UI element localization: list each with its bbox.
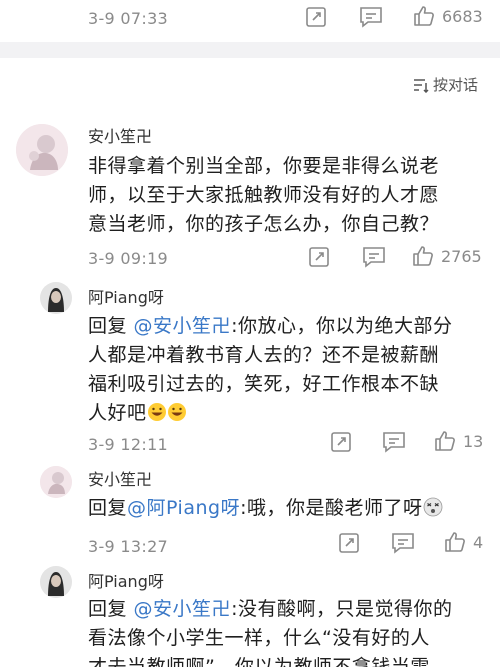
thumbs-up-icon <box>435 431 455 451</box>
comment-line: 回复@阿Piang呀:哦，你是酸老师了呀 <box>88 494 488 523</box>
share-button[interactable] <box>330 431 352 453</box>
comment-line: 福利吸引过去的，笑死，好工作根本不缺 <box>88 373 440 395</box>
comment-line: 师，以至于大家抵触教师没有好的人才愿 <box>88 184 440 206</box>
comment-line: 人都是冲着教书育人去的？还不是被薪酬 <box>88 344 440 366</box>
comment-icon <box>360 7 382 28</box>
grinning-sweat-emoji <box>147 403 166 421</box>
comment-body: 回复@阿Piang呀:哦，你是酸老师了呀 <box>88 494 488 523</box>
comment-line: 非得拿着个别当全部，你要是非得么说老 <box>88 155 440 177</box>
like-button[interactable]: 6683 <box>412 4 483 28</box>
mention-link[interactable]: @安小笙卍 <box>134 315 232 337</box>
comment-body: 回复 @安小笙卍:没有酸啊，只是觉得你的 看法像个小学生一样，什么“没有好的人 … <box>88 595 488 667</box>
avatar-image <box>40 466 72 498</box>
share-icon <box>309 247 329 267</box>
share-icon <box>339 533 359 553</box>
comment-body: 非得拿着个别当全部，你要是非得么说老 师，以至于大家抵触教师没有好的人才愿 意当… <box>88 152 488 239</box>
section-divider <box>0 42 500 58</box>
like-count: 4 <box>473 532 484 552</box>
comment-timestamp: 3-9 12:11 <box>88 434 169 454</box>
reply-button[interactable] <box>362 246 386 268</box>
grinning-sweat-emoji <box>167 403 186 421</box>
avatar[interactable] <box>40 566 72 598</box>
like-button[interactable]: 13 <box>433 429 483 453</box>
comment-line: 看法像个小学生一样，什么“没有好的人 <box>88 627 430 649</box>
mention-link[interactable]: @阿Piang呀 <box>127 497 240 519</box>
comment-timestamp: 3-9 09:19 <box>88 248 169 268</box>
share-button[interactable] <box>338 532 360 554</box>
comment-icon <box>383 432 405 453</box>
reply-button[interactable] <box>391 532 415 554</box>
comment-line: 才去当教师啊”，你以为教师不拿钱当雷 <box>88 656 430 667</box>
avatar[interactable] <box>16 124 68 176</box>
share-button[interactable] <box>305 6 327 28</box>
share-button[interactable] <box>308 246 330 268</box>
comment-line: 人好吧 <box>88 399 488 428</box>
share-icon <box>331 432 351 452</box>
avatar-image <box>16 124 68 176</box>
like-count: 6683 <box>442 6 483 26</box>
comment-author-name[interactable]: 阿Piang呀 <box>88 568 164 592</box>
like-count: 2765 <box>441 246 482 266</box>
comment-body: 回复 @安小笙卍:你放心，你以为绝大部分 人都是冲着教书育人去的？还不是被薪酬 … <box>88 312 488 428</box>
comment-author-name[interactable]: 阿Piang呀 <box>88 284 164 308</box>
comment-meta-row: 3-9 07:33 <box>88 6 168 30</box>
like-button[interactable]: 4 <box>443 530 483 554</box>
comment-line: 回复 @安小笙卍:你放心，你以为绝大部分 <box>88 312 488 341</box>
comment-meta-row: 3-9 12:11 <box>88 432 168 456</box>
like-button[interactable]: 2765 <box>411 244 482 268</box>
comment-meta-row: 3-9 13:27 <box>88 534 168 558</box>
comment-text: :没有酸啊，只是觉得你的 <box>231 598 453 620</box>
comment-icon <box>363 247 385 268</box>
thumbs-up-icon <box>445 532 465 552</box>
avatar-image <box>40 282 72 314</box>
thumbs-up-icon <box>413 246 433 266</box>
comment-text: :你放心，你以为绝大部分 <box>231 315 453 337</box>
thumbs-up-icon <box>414 6 434 26</box>
comment-meta-row: 3-9 09:19 <box>88 246 168 270</box>
share-icon <box>306 7 326 27</box>
reply-button[interactable] <box>359 6 383 28</box>
comment-line: 回复 @安小笙卍:没有酸啊，只是觉得你的 <box>88 595 488 624</box>
comment-line: 意当老师，你的孩子怎么办，你自己教？ <box>88 213 440 235</box>
reply-prefix: 回复 <box>88 315 134 337</box>
comment-author-name[interactable]: 安小笙卍 <box>88 466 152 490</box>
comment-icon <box>392 533 414 554</box>
sort-toggle-label: 按对话 <box>432 76 478 94</box>
avatar-image <box>40 566 72 598</box>
reply-button[interactable] <box>382 431 406 453</box>
avatar[interactable] <box>40 466 72 498</box>
like-count: 13 <box>463 431 484 451</box>
mention-link[interactable]: @安小笙卍 <box>134 598 232 620</box>
reply-prefix: 回复 <box>88 598 134 620</box>
sort-toggle[interactable]: 按对话 <box>413 74 478 95</box>
comment-text: :哦，你是酸老师了呀 <box>240 497 423 519</box>
reply-prefix: 回复 <box>88 497 128 519</box>
dizzy-face-emoji <box>423 497 442 517</box>
comment-author-name[interactable]: 安小笙卍 <box>88 123 152 147</box>
sort-icon <box>413 78 429 93</box>
comment-timestamp: 3-9 13:27 <box>88 536 169 556</box>
comment-text: 人好吧 <box>88 402 147 424</box>
avatar[interactable] <box>40 282 72 314</box>
comment-timestamp: 3-9 07:33 <box>88 8 169 28</box>
